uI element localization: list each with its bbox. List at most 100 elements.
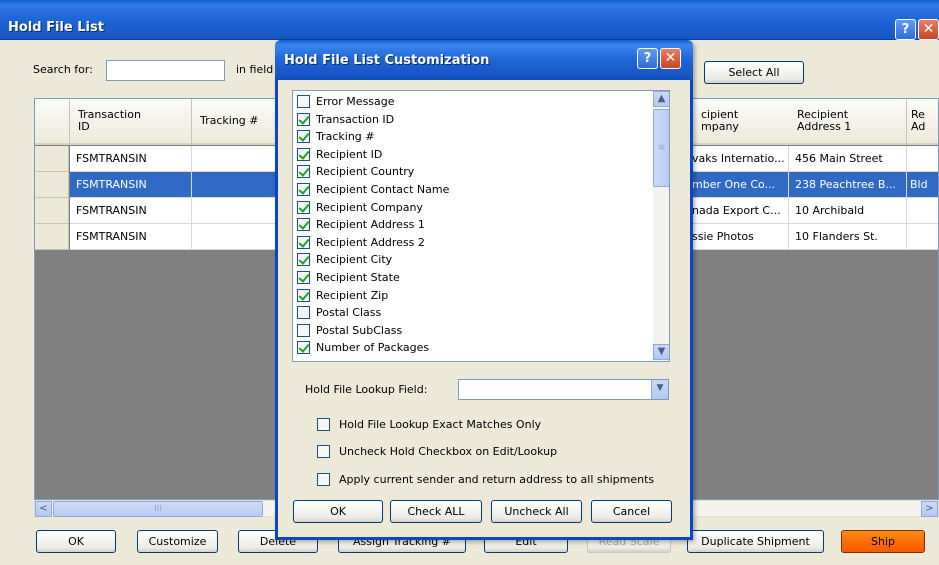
dialog-titlebar[interactable]: Hold File List Customization ? ✕ — [275, 40, 693, 80]
column-header-transaction-id[interactable]: Transaction ID — [70, 99, 192, 145]
field-list-item[interactable]: Recipient ID — [296, 145, 651, 163]
checkbox-box[interactable] — [317, 445, 330, 458]
field-list-item[interactable]: Postal Class — [296, 303, 651, 321]
search-label: Search for: — [33, 63, 93, 76]
field-list-item-label: Recipient Contact Name — [316, 183, 450, 196]
uncheck-hold-label: Uncheck Hold Checkbox on Edit/Lookup — [339, 445, 558, 458]
row-header[interactable] — [35, 146, 69, 172]
field-list-item[interactable]: Postal SubClass — [296, 321, 651, 339]
cell-address-1: 456 Main Street — [789, 146, 907, 172]
dialog-close-icon[interactable]: ✕ — [660, 48, 681, 69]
cell-address-1: 10 Flanders St. — [789, 224, 907, 250]
checkbox-checked[interactable] — [297, 288, 310, 302]
checkbox-checked[interactable] — [297, 130, 310, 144]
checkbox-checked[interactable] — [297, 271, 310, 284]
scroll-right-icon[interactable]: > — [921, 501, 938, 517]
cell-company: ssie Photos — [686, 224, 789, 250]
field-list-item-label: Recipient Company — [316, 200, 423, 214]
grid-corner-header — [35, 99, 70, 145]
field-list-item[interactable]: Tracking # — [296, 127, 651, 145]
field-list-item-label: Recipient ID — [316, 147, 383, 161]
field-list-item-label: Transaction ID — [316, 112, 395, 126]
main-titlebar[interactable]: Hold File List ? ✕ — [0, 0, 939, 40]
row-header[interactable] — [35, 198, 69, 224]
cell-address-1: 238 Peachtree B... — [789, 172, 907, 198]
checkbox-checked[interactable] — [297, 165, 310, 179]
field-list-item[interactable]: Recipient Zip — [296, 286, 651, 304]
field-list-item-label: Tracking # — [316, 130, 375, 144]
duplicate-shipment-button[interactable]: Duplicate Shipment — [687, 530, 824, 553]
checkbox-unchecked[interactable] — [297, 95, 310, 108]
checkbox-checked[interactable] — [297, 341, 310, 355]
column-header-tracking[interactable]: Tracking # — [192, 99, 277, 145]
checkbox-checked[interactable] — [297, 253, 310, 267]
field-list-item-label: Recipient State — [316, 271, 400, 284]
in-field-label: in field — [236, 63, 274, 76]
cell-transaction-id: FSMTRANSIN — [70, 146, 192, 172]
row-header[interactable] — [35, 172, 69, 198]
column-header-recipient-address-2[interactable]: Re Ad — [907, 99, 938, 145]
dialog-help-icon[interactable]: ? — [637, 48, 658, 69]
list-scroll-thumb[interactable]: ≡ — [653, 109, 669, 187]
checkbox-checked[interactable] — [297, 183, 310, 196]
column-header-recipient-company[interactable]: cipient mpany — [693, 99, 795, 145]
cancel-button[interactable]: Cancel — [591, 500, 672, 523]
checkbox-unchecked[interactable] — [297, 306, 310, 320]
search-input[interactable] — [106, 60, 225, 81]
cell-address-2: Bld — [907, 172, 938, 198]
field-list-item[interactable]: Recipient Country — [296, 162, 651, 180]
dialog-title: Hold File List Customization — [284, 53, 490, 68]
field-list-item[interactable]: Transaction ID — [296, 110, 651, 128]
cell-tracking — [192, 224, 277, 250]
close-icon[interactable]: ✕ — [918, 19, 939, 40]
checkbox-checked[interactable] — [297, 147, 310, 161]
scroll-left-icon[interactable]: < — [35, 501, 52, 517]
field-checklist[interactable]: Error Message Transaction ID Tracking # Rec… — [292, 90, 670, 362]
scroll-up-icon[interactable]: ▲ — [653, 91, 669, 107]
cell-tracking — [192, 198, 277, 224]
chevron-down-icon[interactable]: ▼ — [651, 380, 668, 399]
field-list-item-label: Recipient City — [316, 253, 393, 267]
dialog-ok-button[interactable]: OK — [293, 500, 383, 523]
field-list-item[interactable]: Recipient Address 2 — [296, 233, 651, 251]
field-list-item[interactable]: Recipient Address 1 — [296, 215, 651, 233]
select-all-button[interactable]: Select All — [704, 61, 804, 84]
help-icon[interactable]: ? — [895, 19, 916, 40]
column-header-recipient-address-1[interactable]: Recipient Address 1 — [789, 99, 907, 145]
checkbox-checked[interactable] — [297, 218, 310, 232]
field-list-item[interactable]: Recipient City — [296, 250, 651, 268]
checkbox-unchecked[interactable] — [297, 323, 310, 337]
cell-tracking — [192, 172, 277, 198]
exact-matches-label: Hold File Lookup Exact Matches Only — [339, 418, 542, 431]
scroll-thumb[interactable]: III — [53, 501, 263, 517]
scroll-down-icon[interactable]: ▼ — [653, 344, 669, 360]
cell-transaction-id: FSMTRANSIN — [70, 224, 192, 250]
cell-transaction-id: FSMTRANSIN — [70, 198, 192, 224]
field-list-item-label: Recipient Address 1 — [316, 218, 425, 232]
ship-button[interactable]: Ship — [841, 530, 925, 553]
apply-sender-label: Apply current sender and return address … — [339, 473, 655, 486]
customize-button[interactable]: Customize — [137, 530, 218, 553]
field-list-item[interactable]: Recipient Company — [296, 198, 651, 216]
lookup-field-select[interactable]: ▼ — [458, 379, 669, 400]
checkbox-box[interactable] — [317, 418, 330, 431]
checkbox-checked[interactable] — [297, 235, 310, 249]
cell-tracking — [192, 146, 277, 172]
field-list-item-label: Postal SubClass — [316, 323, 403, 337]
field-list-item[interactable]: Error Message — [296, 92, 651, 110]
uncheck-all-button[interactable]: Uncheck All — [491, 500, 582, 523]
field-list-item[interactable]: Recipient State — [296, 268, 651, 286]
checkbox-checked[interactable] — [297, 112, 310, 126]
field-list-item[interactable]: Number of Packages — [296, 338, 651, 356]
cell-address-2 — [907, 146, 938, 172]
checkbox-box[interactable] — [317, 473, 330, 486]
cell-company: nada Export C... — [686, 198, 789, 224]
checkbox-checked[interactable] — [297, 200, 310, 214]
field-list-item[interactable]: Recipient Contact Name — [296, 180, 651, 198]
ok-button[interactable]: OK — [36, 530, 116, 553]
field-list-item-label: Postal Class — [316, 306, 382, 320]
list-vertical-scrollbar[interactable]: ▲ ≡ ▼ — [653, 91, 669, 361]
main-title: Hold File List — [8, 20, 104, 35]
row-header[interactable] — [35, 224, 69, 250]
check-all-button[interactable]: Check ALL — [390, 500, 482, 523]
